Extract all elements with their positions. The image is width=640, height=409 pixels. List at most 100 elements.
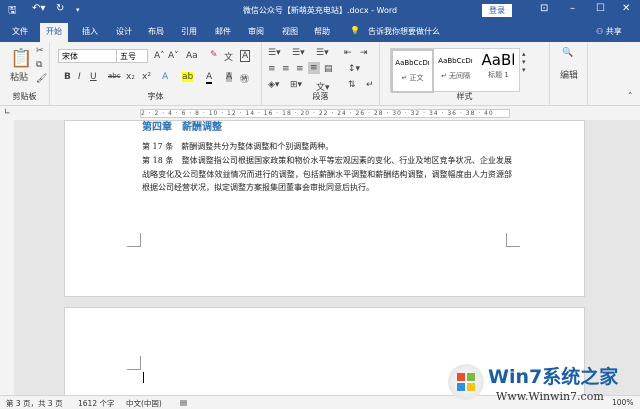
char-border-icon[interactable]: A: [240, 50, 251, 62]
tab-design[interactable]: 设计: [116, 26, 132, 37]
shading-icon[interactable]: ◈▾: [268, 80, 279, 90]
tab-references[interactable]: 引用: [181, 26, 197, 37]
font-group: 宋体 五号 A˄ A˅ Aa ✎ 文 A B I U abc x₂ x² A a…: [50, 42, 262, 106]
cut-icon[interactable]: ✂: [36, 46, 44, 56]
windows-logo-icon: [448, 364, 484, 400]
shrink-font-icon[interactable]: A˅: [168, 51, 179, 61]
login-button[interactable]: 登录: [482, 4, 512, 17]
chapter-heading: 第四章 薪酬调整: [142, 122, 222, 133]
minimize-icon[interactable]: –: [570, 3, 575, 14]
share-button[interactable]: ⚇ 共享: [596, 26, 622, 37]
clipboard-group: 📋 粘贴 ✂ ⧉ 🖌 剪贴板: [0, 42, 50, 106]
style-name: 标题 1: [488, 71, 509, 79]
collapse-ribbon-icon[interactable]: ˄: [628, 92, 633, 102]
crop-mark: [127, 356, 141, 370]
editing-button[interactable]: 编辑: [560, 68, 578, 81]
paragraph-group: ☰▾ ☰▾ ☰▾ ⇤ ⇥ ≡ ≡ ≡ ≡ ▤ ↕▾ ◈▾ ⊞▾ 文▾ ⇅ ↵ 段…: [262, 42, 380, 106]
font-name-select[interactable]: 宋体: [58, 49, 122, 63]
styles-gallery: AaBbCcDı ↵ 正文 AaBbCcDı ↵ 无间隔 AaBl 标题 1: [390, 48, 520, 93]
language[interactable]: 中文(中国): [126, 398, 162, 409]
tab-selector-icon[interactable]: ∟: [4, 107, 11, 116]
styles-group-label: 样式: [456, 92, 473, 101]
watermark-logo: Win7系统之家 Www.Winwin7.com: [448, 360, 638, 408]
article-18: 第 18 条 整体调整指公司根据国家政策和物价水平等宏观因素的变化、行业及地区竞…: [142, 156, 512, 192]
tab-file[interactable]: 文件: [12, 26, 28, 37]
share-label: 共享: [605, 27, 622, 36]
find-icon[interactable]: 🔍: [562, 48, 573, 58]
align-right-icon[interactable]: ≡: [296, 64, 304, 74]
styles-scroll-icon[interactable]: ▴ ▾ ▾: [522, 50, 526, 74]
increase-indent-icon[interactable]: ⇥: [360, 48, 368, 58]
multilevel-list-icon[interactable]: ☰▾: [316, 48, 329, 58]
show-marks-icon[interactable]: ↵: [366, 80, 374, 90]
style-preview: AaBbCcDı: [438, 57, 473, 65]
tab-layout[interactable]: 布局: [148, 26, 164, 37]
char-shading-icon[interactable]: A: [226, 72, 233, 82]
title-bar: 🖫 ↶▾ ↻ ▾ 微信公众号【新萌英充电站】.docx - Word 登录 ⊡ …: [0, 0, 640, 20]
tab-view[interactable]: 视图: [282, 26, 298, 37]
macro-icon[interactable]: ▤: [180, 398, 187, 407]
change-case-button[interactable]: Aa: [186, 51, 198, 61]
tab-home[interactable]: 开始: [40, 23, 68, 42]
paragraph-group-label: 段落: [312, 92, 329, 101]
ribbon-tabs: 文件 开始 插入 设计 布局 引用 邮件 审阅 视图 帮助 💡 告诉我你想要做什…: [0, 20, 640, 42]
enclose-char-icon[interactable]: ㊕: [240, 72, 249, 85]
format-painter-icon[interactable]: 🖌: [36, 74, 47, 84]
style-name: ↵ 正文: [401, 74, 424, 82]
align-left-icon[interactable]: ≡: [268, 64, 276, 74]
superscript-button[interactable]: x²: [142, 72, 151, 82]
style-no-spacing[interactable]: AaBbCcDı ↵ 无间隔: [434, 49, 477, 93]
font-color-icon[interactable]: A: [206, 72, 213, 84]
align-center-icon[interactable]: ≡: [282, 64, 290, 74]
word-count[interactable]: 1612 个字: [78, 398, 114, 409]
style-preview: AaBbCcDı: [395, 59, 430, 67]
bullets-icon[interactable]: ☰▾: [268, 48, 281, 58]
page-count[interactable]: 第 3 页，共 3 页: [6, 398, 63, 409]
highlight-icon[interactable]: ab: [182, 72, 194, 82]
paste-label[interactable]: 粘贴: [10, 70, 28, 83]
text-effects-icon[interactable]: A: [162, 72, 168, 82]
style-preview: AaBl: [481, 51, 516, 69]
crop-mark: [506, 233, 520, 247]
justify-icon[interactable]: ≡: [308, 62, 320, 74]
underline-button[interactable]: U: [90, 72, 97, 82]
ruler-scale: 2 · 2 · 4 · 6 · 8 · 10 · 12 · 14 · 16 · …: [140, 109, 510, 118]
style-name: ↵ 无间隔: [440, 72, 471, 80]
close-icon[interactable]: ✕: [622, 3, 630, 14]
font-size-select[interactable]: 五号: [116, 49, 148, 63]
numbering-icon[interactable]: ☰▾: [292, 48, 305, 58]
vertical-ruler[interactable]: [0, 120, 14, 395]
grow-font-icon[interactable]: A˄: [154, 51, 165, 61]
borders-icon[interactable]: ⊞▾: [290, 80, 302, 90]
sort-icon[interactable]: ⇅: [348, 80, 356, 90]
watermark-url: Www.Winwin7.com: [496, 390, 604, 403]
distributed-icon[interactable]: ▤: [324, 64, 333, 74]
italic-button[interactable]: I: [78, 72, 81, 82]
watermark-brand: Win7系统之家: [488, 366, 619, 388]
clear-format-icon[interactable]: ✎: [210, 50, 218, 60]
bold-button[interactable]: B: [64, 72, 71, 82]
style-normal[interactable]: AaBbCcDı ↵ 正文: [391, 49, 434, 93]
ribbon-display-icon[interactable]: ⊡: [540, 3, 548, 14]
decrease-indent-icon[interactable]: ⇤: [344, 48, 352, 58]
font-group-label: 字体: [147, 92, 164, 101]
tell-me-search[interactable]: 告诉我你想要做什么: [368, 26, 440, 37]
maximize-icon[interactable]: ☐: [596, 3, 605, 14]
subscript-button[interactable]: x₂: [126, 72, 135, 82]
tab-insert[interactable]: 插入: [82, 26, 98, 37]
editing-group: 🔍 编辑: [550, 42, 588, 106]
tab-review[interactable]: 审阅: [248, 26, 264, 37]
article-17: 第 17 条 薪酬调整共分为整体调整和个别调整两种。: [142, 142, 334, 151]
strikethrough-button[interactable]: abc: [108, 72, 121, 80]
crop-mark: [127, 233, 141, 247]
tab-mailings[interactable]: 邮件: [215, 26, 231, 37]
horizontal-ruler[interactable]: ∟ 2 · 2 · 4 · 6 · 8 · 10 · 12 · 14 · 16 …: [0, 106, 640, 120]
line-spacing-icon[interactable]: ↕▾: [348, 64, 360, 74]
clipboard-label: 剪贴板: [12, 92, 37, 101]
style-heading1[interactable]: AaBl 标题 1: [477, 49, 520, 93]
paste-icon[interactable]: 📋: [10, 48, 32, 69]
phonetic-guide-icon[interactable]: 文: [224, 50, 233, 63]
copy-icon[interactable]: ⧉: [36, 60, 42, 70]
text-cursor: [143, 372, 144, 383]
tab-help[interactable]: 帮助: [314, 26, 330, 37]
